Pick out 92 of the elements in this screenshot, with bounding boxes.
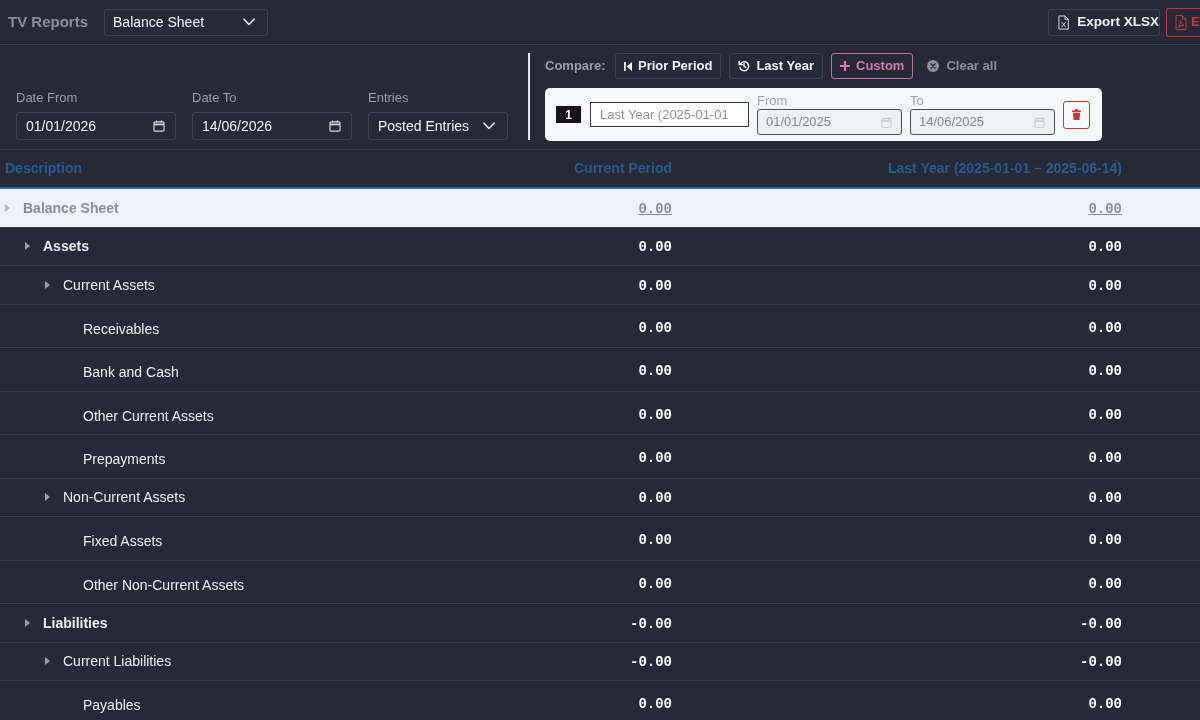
table-row[interactable]: Prepayments 0.00 0.00 <box>0 435 1200 479</box>
field-label: Date From <box>16 90 79 106</box>
account-name: Liabilities <box>43 613 108 633</box>
caret-right-icon <box>5 203 10 212</box>
amount: 0.00 <box>1088 532 1122 548</box>
amount: 0.00 <box>638 239 672 256</box>
amount: 0.00 <box>1088 575 1122 592</box>
table-row[interactable]: Other Non-Current Assets 0.00 0.00 <box>0 560 1200 604</box>
amount: 0.00 <box>1088 239 1122 256</box>
calendar-icon <box>1034 116 1045 128</box>
field-label: To <box>910 94 925 108</box>
account-name: Balance Sheet <box>23 198 119 218</box>
period-number: 1 <box>556 106 581 123</box>
account-name: Other Non-Current Assets <box>83 575 245 595</box>
entries-select[interactable]: Posted Entries <box>368 112 508 140</box>
calendar-icon <box>329 120 341 132</box>
amount: 0.00 <box>638 319 672 336</box>
amount: 0.00 <box>638 200 672 217</box>
amount: 0.00 <box>1088 406 1122 423</box>
amount: 0.00 <box>1088 450 1122 466</box>
chevron-down-icon <box>243 18 255 26</box>
amount: 0.00 <box>638 277 672 294</box>
calendar-icon <box>881 116 892 128</box>
table-row[interactable]: Assets 0.00 0.00 <box>0 227 1200 266</box>
report-select[interactable]: Balance Sheet <box>104 8 268 36</box>
compare-option-button[interactable]: Custom <box>831 53 914 79</box>
amount: -0.00 <box>630 654 672 671</box>
skip-back-icon <box>624 61 632 71</box>
account-name: Bank and Cash <box>83 363 179 382</box>
account-name: Payables <box>83 696 141 715</box>
column-header: Last Year (2025-01-01 – 2025-06-14) <box>888 160 1122 176</box>
account-name: Receivables <box>83 319 160 339</box>
date-field[interactable]: 01/01/2026 <box>16 112 176 140</box>
account-name: Prepayments <box>83 450 166 469</box>
table-row[interactable]: Receivables 0.00 0.00 <box>0 304 1200 348</box>
amount: 0.00 <box>1088 490 1122 507</box>
amount: 0.00 <box>638 532 672 548</box>
table-row[interactable]: Current Assets 0.00 0.00 <box>0 266 1200 305</box>
compare-option-button[interactable]: Prior Period <box>615 53 722 79</box>
compare-option-button[interactable]: Last Year <box>729 53 823 79</box>
date-field[interactable]: 14/06/2026 <box>192 112 352 140</box>
compare-label: Compare: <box>545 57 607 76</box>
x-circle-icon <box>927 60 940 72</box>
column-header: Current Period <box>574 160 672 176</box>
app-title: TV Reports <box>8 11 88 32</box>
caret-right-icon <box>25 242 30 251</box>
caret-right-icon <box>45 657 50 666</box>
amount: -0.00 <box>1080 615 1122 632</box>
amount: 0.00 <box>1088 319 1122 336</box>
account-name: Current Assets <box>63 275 155 295</box>
table-row[interactable]: Current Liabilities -0.00 -0.00 <box>0 642 1200 681</box>
amount: 0.00 <box>1088 277 1122 294</box>
field-label: Entries <box>368 90 410 106</box>
caret-right-icon <box>45 280 50 289</box>
amount: 0.00 <box>1088 696 1122 712</box>
calendar-icon <box>153 120 165 132</box>
field-label: From <box>757 94 789 108</box>
amount: 0.00 <box>638 575 672 592</box>
account-name: Other Current Assets <box>83 406 214 426</box>
export-xlsx-button[interactable]: Export XLSX <box>1048 8 1160 36</box>
file-x-icon <box>1058 14 1070 30</box>
caret-right-icon <box>45 493 50 502</box>
table-row[interactable]: Payables 0.00 0.00 <box>0 681 1200 720</box>
account-name: Assets <box>43 237 89 257</box>
table-row[interactable]: Fixed Assets 0.00 0.00 <box>0 517 1200 561</box>
trash-icon <box>1072 109 1081 120</box>
amount: 0.00 <box>638 406 672 423</box>
amount: 0.00 <box>1088 200 1122 217</box>
chevron-down-icon <box>483 122 495 130</box>
amount: 0.00 <box>638 450 672 466</box>
field-label: Date To <box>192 90 238 106</box>
table-row[interactable]: Bank and Cash 0.00 0.00 <box>0 348 1200 392</box>
account-name: Current Liabilities <box>63 652 172 672</box>
amount: 0.00 <box>638 363 672 379</box>
amount: 0.00 <box>1088 363 1122 379</box>
document-icon <box>1175 14 1187 30</box>
plus-icon <box>840 61 850 71</box>
amount: 0.00 <box>638 696 672 712</box>
account-name: Fixed Assets <box>83 532 163 551</box>
amount: -0.00 <box>630 615 672 632</box>
table-row[interactable]: Non-Current Assets 0.00 0.00 <box>0 478 1200 517</box>
history-icon <box>738 60 751 72</box>
clear-all-button[interactable]: Clear all <box>927 56 997 76</box>
delete-button[interactable] <box>1063 100 1090 129</box>
table-row[interactable]: Liabilities -0.00 -0.00 <box>0 604 1200 643</box>
column-header: Description <box>5 160 82 176</box>
period-name-field[interactable]: Last Year (2025-01-01 <box>590 102 749 127</box>
amount: -0.00 <box>1080 654 1122 671</box>
amount: 0.00 <box>638 490 672 507</box>
caret-right-icon <box>25 618 30 627</box>
table-row[interactable]: Other Current Assets 0.00 0.00 <box>0 391 1200 435</box>
account-name: Non-Current Assets <box>63 488 186 508</box>
